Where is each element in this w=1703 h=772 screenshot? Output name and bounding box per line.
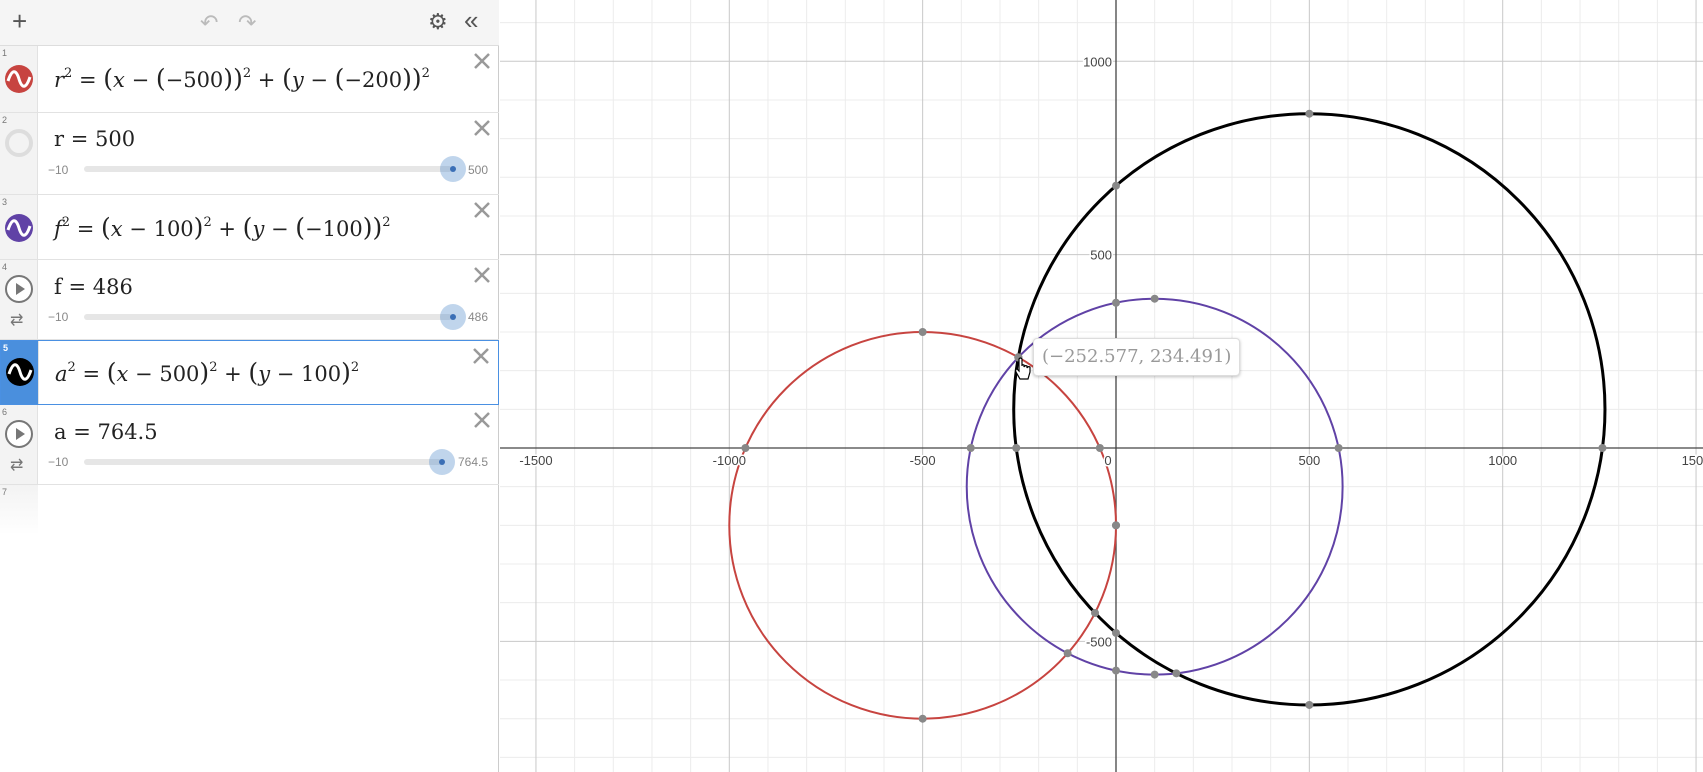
slider-equation[interactable]: f = 486: [54, 275, 133, 299]
x-tick-label: 1500: [1682, 453, 1703, 468]
intersection-point: [1598, 444, 1607, 452]
intersection-point: [1112, 521, 1120, 530]
row-number: 1: [2, 48, 8, 58]
expression-row-6[interactable]: 6 ⇄ a = 764.5 −10 764.5: [0, 405, 499, 485]
delete-expression-icon[interactable]: [473, 411, 491, 429]
slider-max[interactable]: 486: [468, 310, 488, 324]
expression-tab[interactable]: 6 ⇄: [0, 405, 38, 484]
delete-expression-icon[interactable]: [473, 201, 491, 219]
intersection-point: [1150, 670, 1159, 679]
expression-tab[interactable]: 7: [0, 485, 38, 535]
intersection-point: [741, 444, 750, 452]
intersection-point: [1150, 294, 1159, 303]
expression-text[interactable]: r2 = (x − (−500))2 + (y − (−200))2: [54, 64, 430, 93]
intersection-point: [918, 327, 927, 336]
slider-equation[interactable]: r = 500: [54, 127, 135, 151]
slider-track[interactable]: [84, 459, 442, 465]
hidden-circle-icon[interactable]: [4, 128, 34, 158]
row-number: 7: [2, 487, 8, 497]
add-expression-button[interactable]: +: [12, 8, 27, 34]
slider-max[interactable]: 500: [468, 163, 488, 177]
axes: [500, 0, 1703, 772]
slider-min[interactable]: −10: [48, 310, 68, 324]
intersection-point: [1112, 298, 1120, 307]
row-number: 6: [2, 407, 8, 417]
x-tick-label: -500: [910, 453, 936, 468]
slider-track[interactable]: [84, 166, 452, 172]
expression-toolbar: + ↶ ↷ ⚙ «: [0, 0, 499, 46]
play-icon[interactable]: [4, 274, 34, 304]
intersection-point: [1095, 444, 1104, 452]
expression-row-7[interactable]: 7: [0, 485, 499, 535]
y-tick-label: 1000: [1083, 54, 1112, 69]
settings-gear-icon[interactable]: ⚙: [428, 11, 448, 33]
x-tick-label: 0: [1104, 453, 1111, 468]
slider-min[interactable]: −10: [48, 163, 68, 177]
undo-icon[interactable]: ↶: [200, 12, 218, 34]
expression-tab[interactable]: 4 ⇄: [0, 260, 38, 339]
x-tick-label: 1000: [1488, 453, 1517, 468]
intersection-point: [966, 444, 975, 452]
delete-expression-icon[interactable]: [472, 347, 490, 365]
points-of-interest: [741, 109, 1607, 723]
slider-handle[interactable]: [440, 156, 466, 182]
y-tick-label: -500: [1086, 634, 1112, 649]
intersection-point: [1334, 444, 1343, 452]
x-tick-label: -1000: [713, 453, 746, 468]
delete-expression-icon[interactable]: [473, 119, 491, 137]
intersection-point: [1091, 608, 1100, 617]
black-graph-toggle-icon[interactable]: [5, 357, 35, 387]
expression-list: + ↶ ↷ ⚙ « 1 r2 = (x − (−500))2 + (y − (−…: [0, 0, 499, 772]
row-number: 4: [2, 262, 8, 272]
row-number: 2: [2, 115, 8, 125]
slider-equation[interactable]: a = 764.5: [54, 420, 158, 444]
loop-icon[interactable]: ⇄: [10, 455, 23, 475]
intersection-point: [1112, 181, 1120, 190]
hand-cursor-icon: [1015, 357, 1031, 380]
slider-handle[interactable]: [429, 449, 455, 475]
x-tick-label: -1500: [519, 453, 552, 468]
y-tick-label: 500: [1090, 248, 1112, 263]
curves: [728, 112, 1607, 720]
major-grid: [500, 0, 1703, 772]
expression-tab[interactable]: 3: [0, 195, 38, 259]
intersection-point: [1112, 628, 1120, 637]
expression-row-2[interactable]: 2 r = 500 −10 500: [0, 113, 499, 195]
delete-expression-icon[interactable]: [473, 52, 491, 70]
expression-row-3[interactable]: 3 f2 = (x − 100)2 + (y − (−100))2: [0, 195, 499, 260]
delete-expression-icon[interactable]: [473, 266, 491, 284]
point-tooltip: (−252.577, 234.491): [1033, 338, 1241, 376]
collapse-list-icon[interactable]: «: [464, 7, 478, 33]
intersection-point: [1305, 700, 1314, 709]
intersection-point: [1112, 666, 1120, 675]
minor-grid: [500, 0, 1703, 772]
expression-tab[interactable]: 2: [0, 113, 38, 194]
row-number: 5: [3, 343, 9, 353]
expression-row-1[interactable]: 1 r2 = (x − (−500))2 + (y − (−200))2: [0, 46, 499, 113]
slider-min[interactable]: −10: [48, 455, 68, 469]
intersection-point: [1063, 649, 1072, 658]
slider-max[interactable]: 764.5: [458, 455, 488, 469]
x-tick-label: 500: [1298, 453, 1320, 468]
row-number: 3: [2, 197, 8, 207]
slider-handle[interactable]: [440, 304, 466, 330]
red-graph-toggle-icon[interactable]: [4, 64, 34, 94]
expression-tab[interactable]: 5: [1, 341, 39, 404]
loop-icon[interactable]: ⇄: [10, 310, 23, 330]
intersection-point: [1172, 669, 1181, 678]
play-icon[interactable]: [4, 419, 34, 449]
expression-row-5[interactable]: 5 a2 = (x − 500)2 + (y − 100)2: [0, 340, 499, 405]
graph-canvas[interactable]: -1500 -1000 -500 0 500 1000 1500 1000 500 -500: [500, 0, 1703, 772]
expression-row-4[interactable]: 4 ⇄ f = 486 −10 486: [0, 260, 499, 340]
purple-graph-toggle-icon[interactable]: [4, 213, 34, 243]
intersection-point: [918, 714, 927, 723]
expression-text[interactable]: f2 = (x − 100)2 + (y − (−100))2: [54, 213, 391, 242]
expression-text[interactable]: a2 = (x − 500)2 + (y − 100)2: [55, 358, 359, 387]
slider-track[interactable]: [84, 314, 452, 320]
intersection-point: [1305, 109, 1314, 118]
redo-icon[interactable]: ↷: [238, 12, 256, 34]
expression-tab[interactable]: 1: [0, 46, 38, 112]
intersection-point: [1012, 444, 1021, 452]
